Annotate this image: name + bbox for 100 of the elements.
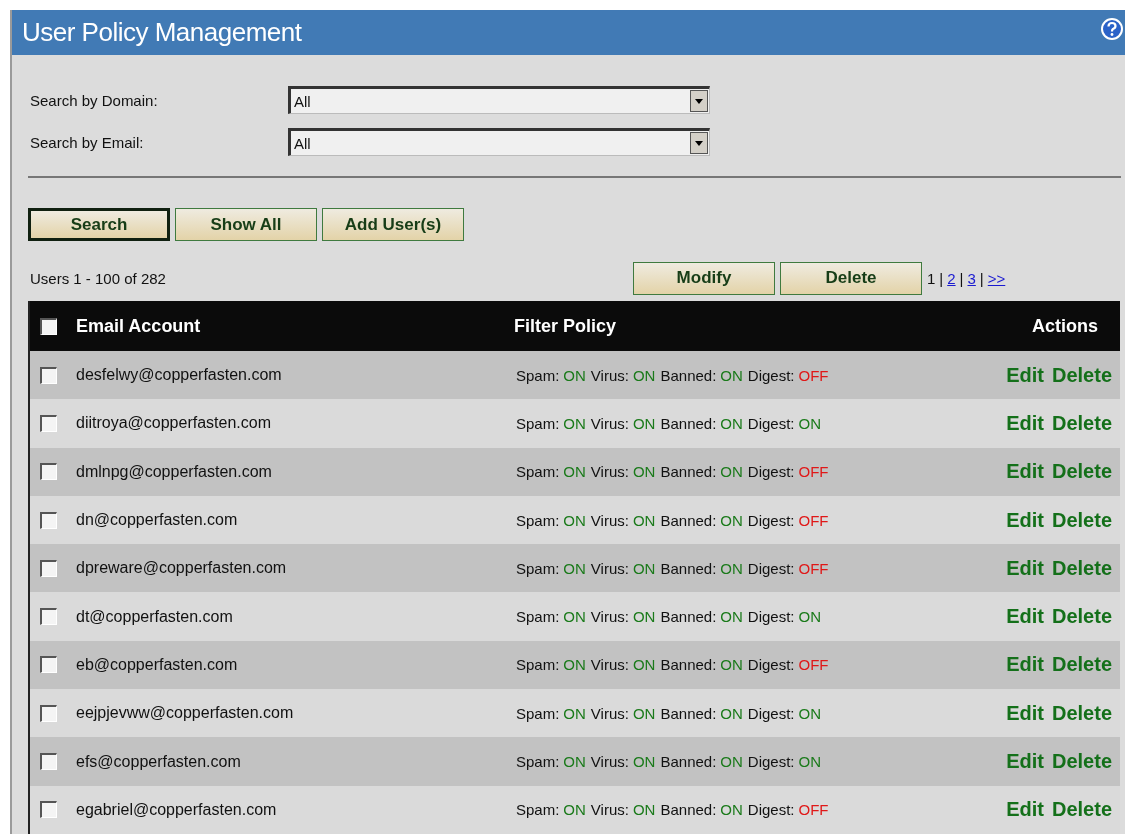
policy-status: ON <box>563 608 586 626</box>
policy-status: ON <box>632 366 656 384</box>
row-checkbox[interactable] <box>40 753 57 770</box>
policy-label: Spam: <box>516 753 560 770</box>
row-checkbox[interactable] <box>40 608 57 626</box>
policy-status: ON <box>563 656 586 674</box>
dropdown-field[interactable]: All <box>288 86 710 114</box>
policy-status: ON <box>632 463 656 481</box>
row-action-link[interactable]: Edit <box>1006 363 1044 387</box>
row-checkbox[interactable] <box>40 801 57 819</box>
row-action-link[interactable]: Edit <box>1006 556 1044 580</box>
row-action-link[interactable]: Delete <box>1051 508 1112 532</box>
window-title: User Policy Management <box>22 17 302 48</box>
action-button[interactable]: Add User(s) <box>322 208 464 241</box>
help-icon[interactable] <box>1101 18 1123 40</box>
policy-status: ON <box>563 704 586 722</box>
row-checkbox[interactable] <box>40 414 57 432</box>
page-separator: | <box>939 269 944 287</box>
row-action-link[interactable]: Edit <box>1006 605 1044 629</box>
bulk-action-button[interactable]: Modify <box>633 261 775 295</box>
policy-status: OFF <box>798 559 829 577</box>
row-checkbox[interactable] <box>40 656 57 674</box>
policy-label: Banned: <box>660 366 717 384</box>
row-action-link[interactable]: Delete <box>1051 556 1112 580</box>
policy-label: Digest: <box>747 608 795 626</box>
row-action-link[interactable]: Edit <box>1006 460 1044 484</box>
row-action-link[interactable]: Edit <box>1006 508 1044 532</box>
policy-label: Spam: <box>516 414 560 432</box>
row-checkbox[interactable] <box>40 511 57 529</box>
policy-label: Digest: <box>747 753 795 770</box>
user-count: Users 1 - 100 of 282 <box>30 269 167 287</box>
policy-status: ON <box>632 656 656 674</box>
policy-label: Banned: <box>660 753 717 770</box>
caret-icon <box>695 98 703 104</box>
policy-label: Virus: <box>590 414 629 432</box>
policy-label: Digest: <box>747 463 795 481</box>
row-action-link[interactable]: Edit <box>1006 750 1044 773</box>
policy-status: ON <box>632 559 656 577</box>
row-action-link[interactable]: Delete <box>1051 460 1112 484</box>
page-link[interactable]: 3 <box>967 269 976 287</box>
filter-label: Search by Domain: <box>30 91 159 109</box>
policy-status: ON <box>632 753 656 770</box>
page-link[interactable]: >> <box>987 269 1006 287</box>
policy-label: Spam: <box>516 559 560 577</box>
policy-label: Virus: <box>590 801 629 819</box>
policy-label: Virus: <box>590 463 629 481</box>
action-button[interactable]: Search <box>28 208 170 241</box>
page-separator: | <box>979 269 984 287</box>
policy-label: Spam: <box>516 511 560 529</box>
policy-label: Spam: <box>516 801 560 819</box>
policy-status: OFF <box>798 366 829 384</box>
policy-status: ON <box>798 753 821 770</box>
policy-status: ON <box>720 656 743 674</box>
policy-status: ON <box>720 753 743 770</box>
row-checkbox[interactable] <box>40 704 57 722</box>
row-action-link[interactable]: Delete <box>1051 750 1112 773</box>
row-action-link[interactable]: Edit <box>1006 798 1044 822</box>
policy-status: ON <box>563 801 586 819</box>
policy-status: ON <box>632 414 656 432</box>
column-header: Actions <box>1032 315 1099 337</box>
row-checkbox[interactable] <box>40 559 57 577</box>
bulk-action-button[interactable]: Delete <box>780 261 922 295</box>
action-button[interactable]: Show All <box>175 208 317 241</box>
row-action-link[interactable]: Delete <box>1051 798 1112 822</box>
email-cell-text: efs@copperfasten.com <box>76 752 242 771</box>
policy-status: ON <box>720 414 743 432</box>
policy-status: OFF <box>798 511 829 529</box>
policy-label: Banned: <box>660 656 717 674</box>
policy-label: Banned: <box>660 801 717 819</box>
select-all-checkbox[interactable] <box>40 317 57 335</box>
policy-label: Spam: <box>516 704 560 722</box>
policy-label: Virus: <box>590 511 629 529</box>
email-cell-text: dmlnpg@copperfasten.com <box>76 462 273 481</box>
row-action-link[interactable]: Delete <box>1051 411 1112 435</box>
policy-label: Banned: <box>660 414 717 432</box>
column-header: Email Account <box>76 315 202 337</box>
caret-icon <box>695 140 703 146</box>
row-action-link[interactable]: Delete <box>1051 653 1112 677</box>
row-action-link[interactable]: Delete <box>1051 363 1112 387</box>
page-link[interactable]: 2 <box>947 269 956 287</box>
page-link[interactable]: 1 <box>927 269 936 287</box>
row-checkbox[interactable] <box>40 366 57 384</box>
row-action-link[interactable]: Edit <box>1006 701 1044 725</box>
policy-status: ON <box>563 511 586 529</box>
filter-label: Search by Email: <box>30 133 145 151</box>
policy-status: ON <box>632 511 656 529</box>
policy-status: ON <box>720 801 743 819</box>
row-action-link[interactable]: Edit <box>1006 653 1044 677</box>
email-cell-text: desfelwy@copperfasten.com <box>76 366 283 385</box>
row-action-link[interactable]: Delete <box>1051 701 1112 725</box>
email-cell-text: dpreware@copperfasten.com <box>76 559 288 578</box>
dropdown-field[interactable]: All <box>288 128 710 156</box>
row-action-link[interactable]: Edit <box>1006 411 1044 435</box>
policy-label: Virus: <box>590 704 629 722</box>
policy-label: Digest: <box>747 801 795 819</box>
row-action-link[interactable]: Delete <box>1051 605 1112 629</box>
policy-status: ON <box>632 801 656 819</box>
email-cell-text: eb@copperfasten.com <box>76 655 239 674</box>
policy-label: Virus: <box>590 608 629 626</box>
row-checkbox[interactable] <box>40 463 57 481</box>
